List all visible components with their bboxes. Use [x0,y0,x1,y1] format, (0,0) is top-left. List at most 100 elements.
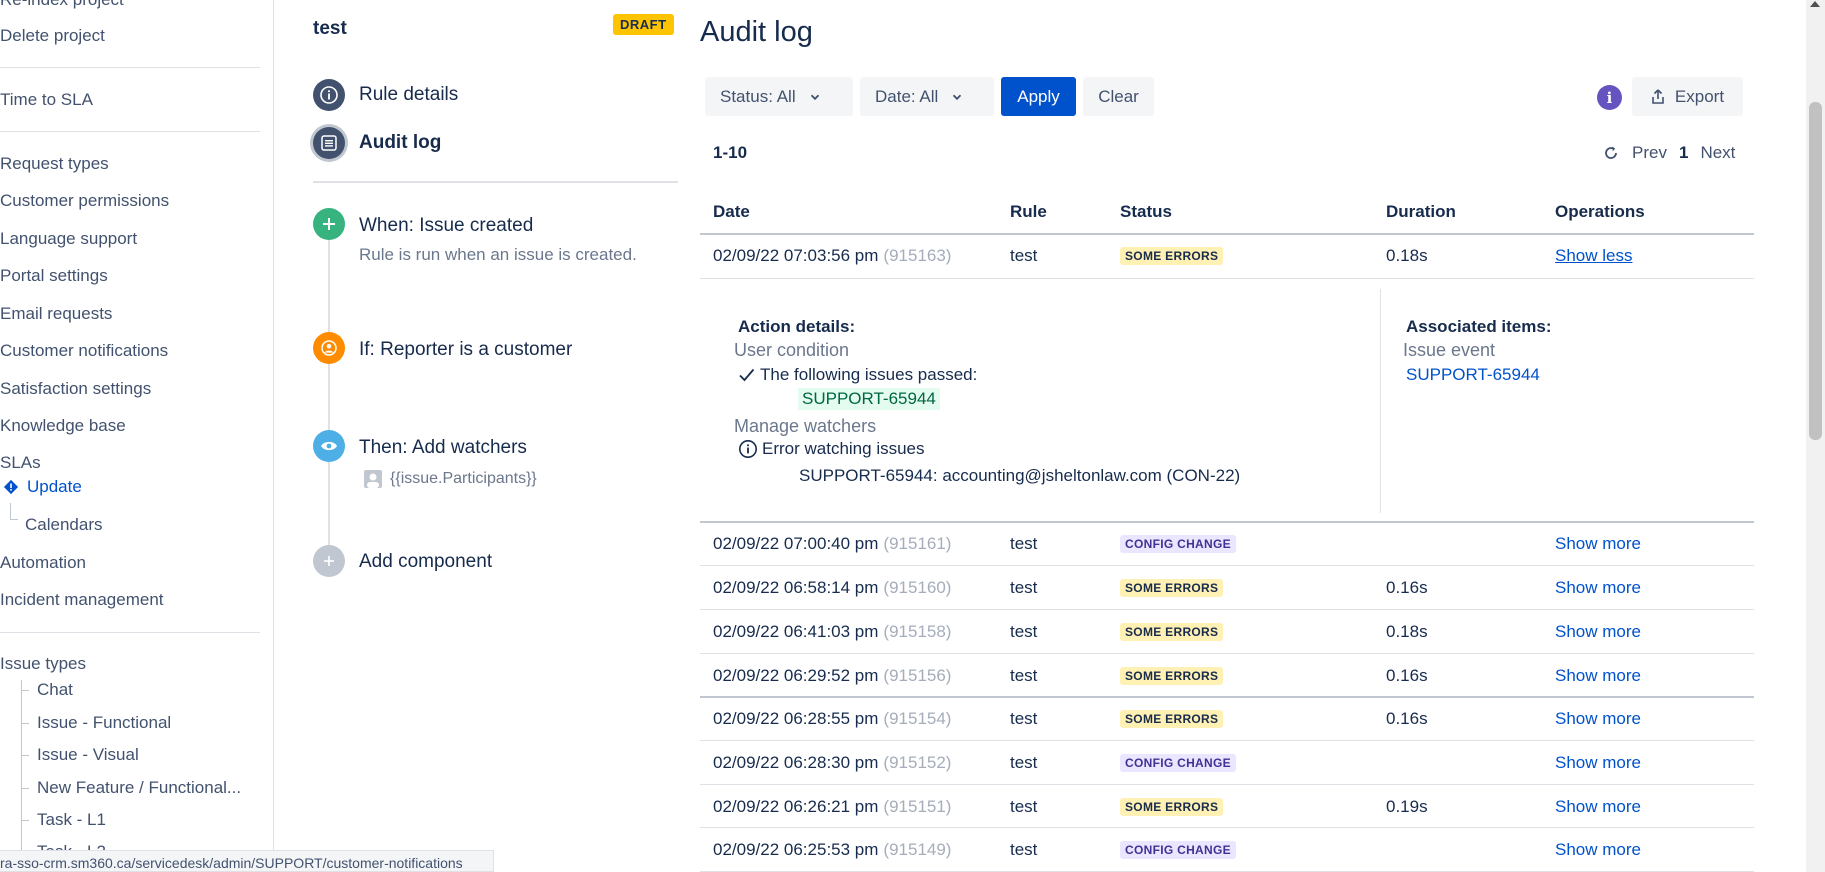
row-date: 02/09/22 07:03:56 pm (915163) [713,234,951,277]
show-more-link[interactable]: Show more [1555,534,1641,554]
show-more-link[interactable]: Show more [1555,753,1641,773]
show-more-link[interactable]: Show more [1555,666,1641,686]
row-date: 02/09/22 06:41:03 pm (915158) [713,610,951,653]
export-button[interactable]: Export [1632,77,1743,116]
sidebar-item-automation[interactable]: Automation [0,553,86,573]
status-filter-label: Status: All [720,86,796,106]
column-header-operations: Operations [1555,202,1645,221]
row-date: 02/09/22 06:28:55 pm (915154) [713,697,951,740]
execution-id: (915151) [883,796,952,816]
show-less-link[interactable]: Show less [1555,246,1632,266]
show-more-link[interactable]: Show more [1555,578,1641,598]
status-badge: SOME ERRORS [1120,246,1224,265]
table-row: 02/09/22 06:25:53 pm (915149) test CONFIG… [700,828,1754,871]
date-text: 02/09/22 06:41:03 pm [713,621,879,641]
tree-line [21,788,29,789]
tree-line [21,723,29,724]
sidebar-item-update[interactable]: Update [27,477,82,497]
row-rule: test [1010,577,1038,597]
expanded-row-details: Action details: User condition The follo… [700,279,1754,522]
date-filter-dropdown[interactable]: Date: All [860,77,994,116]
row-rule: test [1010,665,1038,685]
sidebar-item-satisfaction-settings[interactable]: Satisfaction settings [0,379,151,399]
status-filter-dropdown[interactable]: Status: All [705,77,853,116]
show-more-link[interactable]: Show more [1555,797,1641,817]
row-rule: test [1010,621,1038,641]
condition-title[interactable]: If: Reporter is a customer [359,339,572,361]
sidebar-item-task-l1[interactable]: Task - L1 [37,810,106,830]
info-circle-icon [313,79,345,111]
menu-audit-log[interactable]: Audit log [313,127,441,159]
menu-audit-log-label: Audit log [359,132,442,153]
refresh-icon[interactable] [1602,144,1620,162]
error-detail: SUPPORT-65944: accounting@jsheltonlaw.co… [799,466,1241,485]
sidebar-item-language-support[interactable]: Language support [0,229,137,249]
sidebar-item-issue-visual[interactable]: Issue - Visual [37,745,139,765]
show-more-link[interactable]: Show more [1555,840,1641,860]
row-status: SOME ERRORS [1120,785,1224,828]
sidebar-item-time-to-sla[interactable]: Time to SLA [0,90,93,110]
sidebar-item-customer-permissions[interactable]: Customer permissions [0,191,169,211]
date-text: 02/09/22 06:25:53 pm [713,839,879,859]
project-settings-sidebar: Re-index project Delete project Time to … [0,0,274,872]
sidebar-item-delete-project[interactable]: Delete project [0,26,105,46]
execution-id: (915149) [883,839,952,859]
show-more-link[interactable]: Show more [1555,709,1641,729]
status-badge: SOME ERRORS [1120,578,1224,597]
sidebar-item-slas[interactable]: SLAs [0,453,41,473]
info-outline-icon [739,440,757,458]
date-text: 02/09/22 07:00:40 pm [713,533,879,553]
sidebar-item-chat[interactable]: Chat [37,680,73,700]
scrollbar-thumb[interactable] [1809,102,1822,440]
clear-button[interactable]: Clear [1083,77,1154,116]
row-rule: test [1010,245,1038,265]
prev-page-button[interactable]: Prev [1632,143,1667,163]
show-more-link[interactable]: Show more [1555,622,1641,642]
next-page-button[interactable]: Next [1700,143,1735,163]
tree-line [21,755,29,756]
sidebar-item-knowledge-base[interactable]: Knowledge base [0,416,126,436]
status-badge: SOME ERRORS [1120,797,1224,816]
sidebar-item-issue-types[interactable]: Issue types [0,654,86,674]
user-avatar-icon [364,470,382,488]
sidebar-item-new-feature[interactable]: New Feature / Functional... [37,778,241,798]
add-component-plus-icon[interactable] [313,545,345,577]
trigger-title[interactable]: When: Issue created [359,215,533,237]
table-row: 02/09/22 07:00:40 pm (915161) test CONFIG… [700,522,1754,565]
associated-issue-link[interactable]: SUPPORT-65944 [1406,365,1540,385]
check-icon [739,368,755,382]
row-date: 02/09/22 07:00:40 pm (915161) [713,522,951,565]
apply-button[interactable]: Apply [1001,77,1076,116]
flow-connector [328,222,330,562]
action-title[interactable]: Then: Add watchers [359,437,527,459]
condition-user-icon[interactable] [313,332,345,364]
pagination: Prev 1 Next [1602,143,1735,163]
sidebar-item-portal-settings[interactable]: Portal settings [0,266,108,286]
sidebar-item-issue-functional[interactable]: Issue - Functional [37,713,171,733]
chevron-down-icon [953,94,962,100]
action-eye-icon[interactable] [313,430,345,462]
table-row: 02/09/22 06:26:21 pm (915151) test SOME E… [700,785,1754,828]
sidebar-item-request-types[interactable]: Request types [0,154,109,174]
sidebar-item-calendars[interactable]: Calendars [25,515,103,535]
page-scrollbar[interactable] [1806,0,1825,872]
passed-text: The following issues passed: [760,365,978,384]
trigger-plus-icon[interactable] [313,208,345,240]
sidebar-item-reindex-project[interactable]: Re-index project [0,0,124,10]
sidebar-item-customer-notifications[interactable]: Customer notifications [0,341,168,361]
sidebar-item-email-requests[interactable]: Email requests [0,304,112,324]
menu-rule-details[interactable]: Rule details [313,79,458,111]
status-badge: CONFIG CHANGE [1120,753,1236,772]
sidebar-item-incident-management[interactable]: Incident management [0,590,164,610]
status-badge: SOME ERRORS [1120,709,1224,728]
table-row: 02/09/22 06:58:14 pm (915160) test SOME E… [700,566,1754,609]
table-row: 02/09/22 06:41:03 pm (915158) test SOME E… [700,610,1754,653]
current-page[interactable]: 1 [1679,143,1688,163]
info-icon[interactable]: i [1597,85,1622,110]
scroll-up-arrow-icon[interactable] [1810,1,1820,7]
add-component-label[interactable]: Add component [359,551,492,573]
sidebar-divider [0,632,260,633]
row-duration: 0.16s [1386,708,1428,728]
tree-line [10,519,18,520]
update-diamond-icon [3,479,19,495]
